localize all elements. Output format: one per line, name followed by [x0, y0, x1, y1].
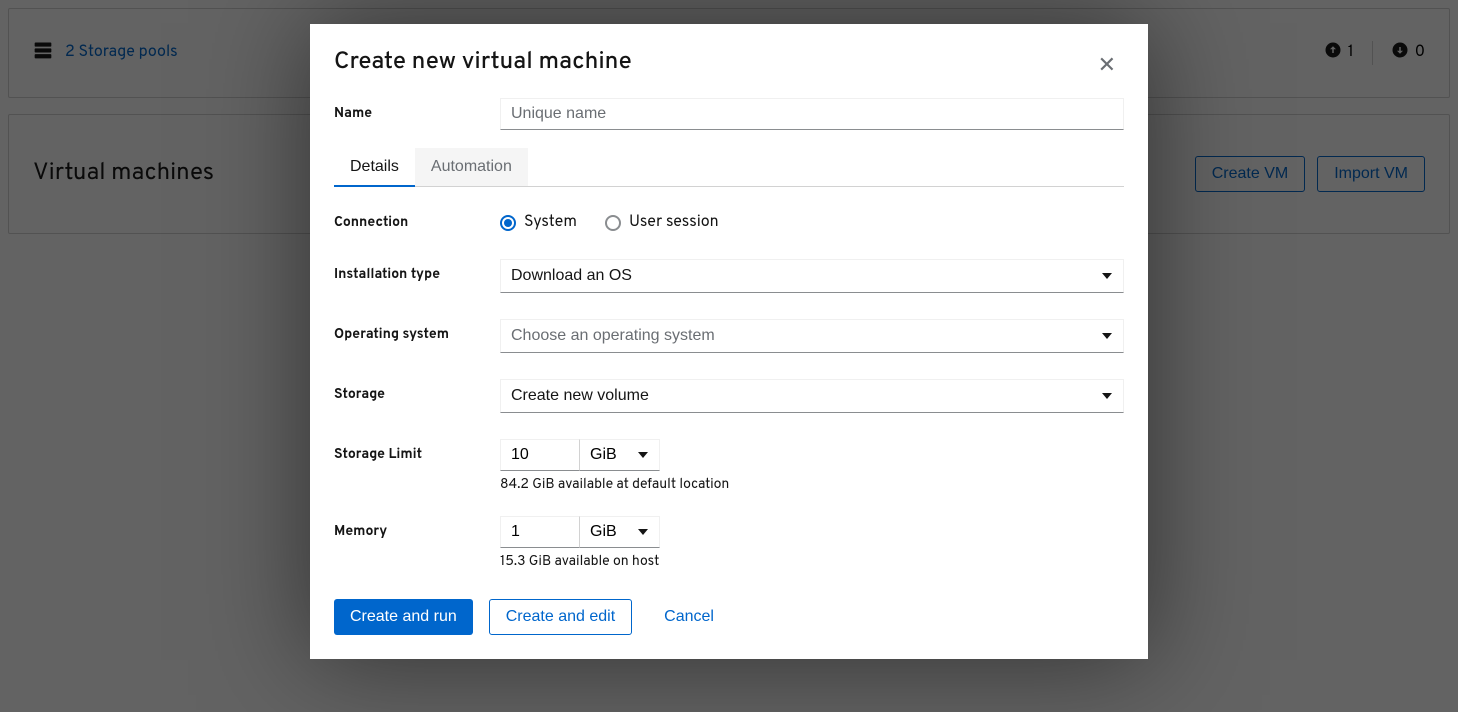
install-type-label: Installation type — [334, 259, 500, 284]
modal-title: Create new virtual machine — [334, 48, 632, 78]
storage-limit-unit-select[interactable]: GiB — [580, 439, 660, 471]
radio-user-session-label: User session — [629, 213, 719, 233]
radio-system-label: System — [524, 213, 577, 233]
storage-limit-label: Storage Limit — [334, 439, 500, 464]
name-input[interactable] — [500, 98, 1124, 130]
tab-automation[interactable]: Automation — [415, 148, 528, 186]
name-label: Name — [334, 98, 500, 123]
storage-limit-input[interactable] — [500, 439, 580, 471]
create-and-run-button[interactable]: Create and run — [334, 599, 473, 635]
memory-unit-select[interactable]: GiB — [580, 516, 660, 548]
os-placeholder[interactable]: Choose an operating system — [500, 319, 1124, 353]
create-vm-modal: Create new virtual machine ✕ Name Detail… — [310, 24, 1148, 659]
storage-value[interactable]: Create new volume — [500, 379, 1124, 413]
storage-label: Storage — [334, 379, 500, 404]
tab-details[interactable]: Details — [334, 148, 415, 186]
radio-user-session[interactable]: User session — [605, 213, 719, 233]
storage-limit-helper: 84.2 GiB available at default location — [500, 477, 1124, 494]
memory-unit[interactable]: GiB — [580, 516, 660, 548]
install-type-select[interactable]: Download an OS — [500, 259, 1124, 293]
memory-input[interactable] — [500, 516, 580, 548]
memory-label: Memory — [334, 516, 500, 541]
close-icon[interactable]: ✕ — [1090, 48, 1124, 82]
cancel-button[interactable]: Cancel — [648, 600, 730, 634]
storage-select[interactable]: Create new volume — [500, 379, 1124, 413]
os-select[interactable]: Choose an operating system — [500, 319, 1124, 353]
storage-limit-unit[interactable]: GiB — [580, 439, 660, 471]
os-label: Operating system — [334, 319, 500, 344]
install-type-value[interactable]: Download an OS — [500, 259, 1124, 293]
radio-system[interactable]: System — [500, 213, 577, 233]
modal-tabs: Details Automation — [334, 148, 1124, 187]
connection-label: Connection — [334, 207, 500, 232]
memory-helper: 15.3 GiB available on host — [500, 554, 1124, 571]
create-and-edit-button[interactable]: Create and edit — [489, 599, 632, 635]
